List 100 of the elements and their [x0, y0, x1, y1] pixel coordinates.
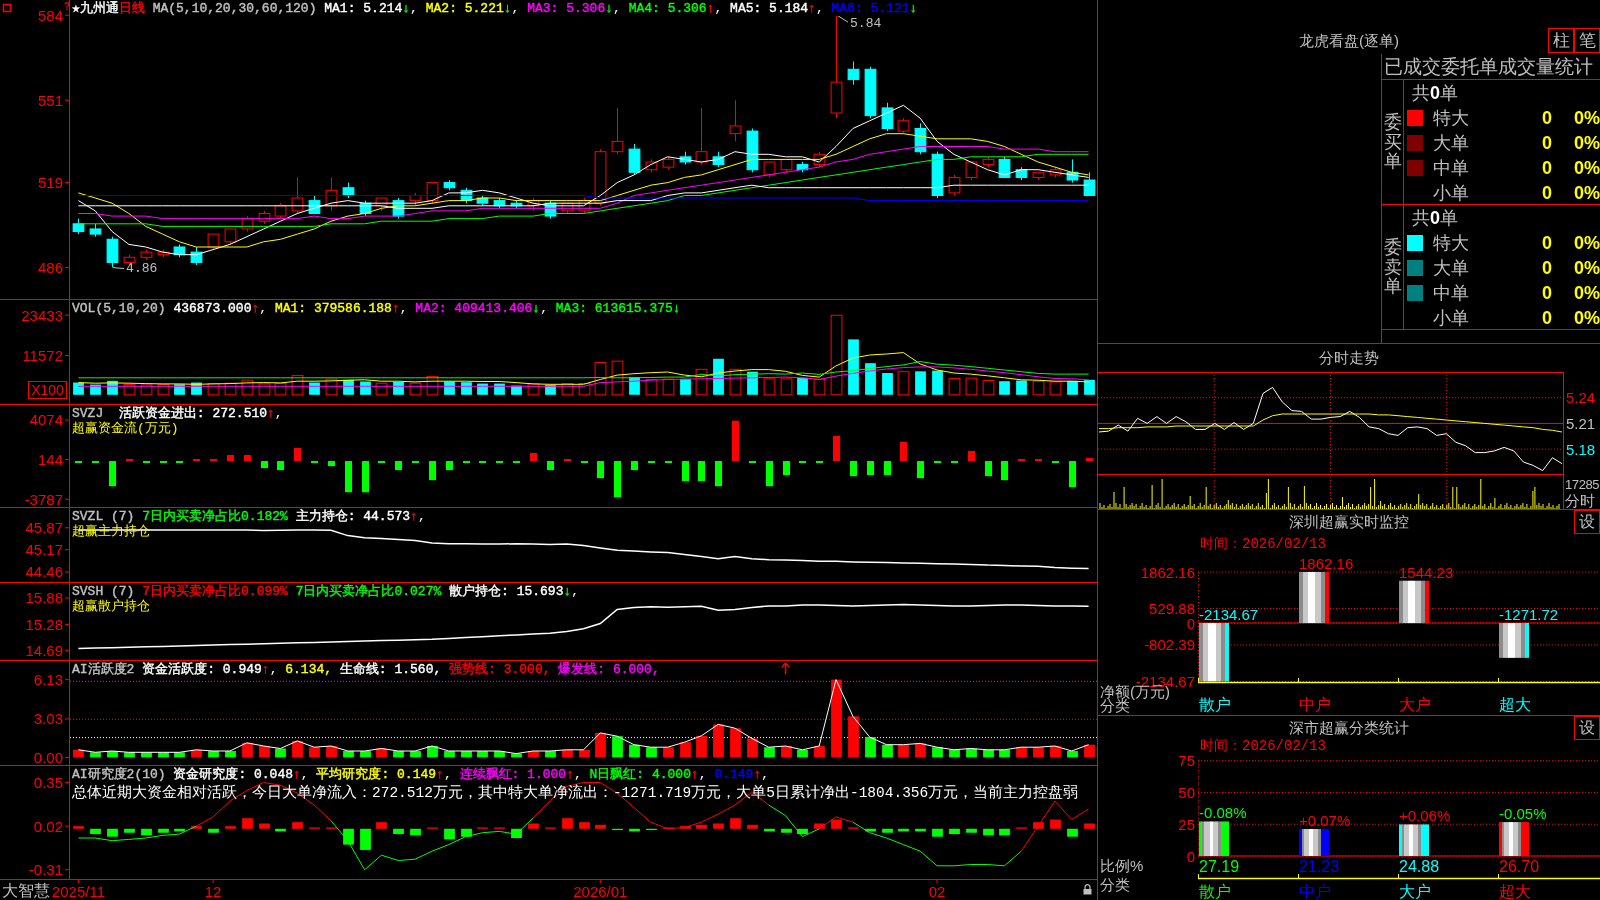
volume-bar [865, 363, 876, 395]
activity-bar [90, 752, 101, 758]
view-toggle-button[interactable]: 笔 [1574, 28, 1600, 53]
volume-bar [915, 371, 926, 395]
help-mark[interactable]: ? [64, 0, 71, 12]
activity-bar [545, 751, 556, 758]
candle [89, 223, 102, 238]
research-bar [713, 823, 724, 829]
volume-bar [191, 382, 202, 395]
settings-button[interactable]: 设 [1574, 716, 1600, 740]
value-label: 24.88 [1399, 857, 1440, 875]
activity-bar [915, 743, 926, 758]
candle [72, 218, 85, 235]
axis-label: -0.31 [28, 861, 63, 879]
activity-bar [461, 751, 472, 758]
candle [931, 151, 944, 199]
activity-bar [242, 742, 253, 758]
axis-label: 45.17 [25, 541, 63, 559]
candle [611, 107, 624, 155]
category-label: 大户 [1399, 882, 1431, 900]
activity-bar [1050, 746, 1061, 758]
research-bar [376, 822, 387, 829]
panel-title: 分时走势 [1319, 349, 1379, 367]
order-share: 0% [1574, 131, 1600, 154]
date-label: 2025/11 [51, 882, 105, 900]
candle [628, 143, 641, 176]
date-label: 2026/01 [573, 882, 628, 900]
research-bar [797, 828, 808, 835]
flow-bar [327, 461, 336, 467]
candle [763, 161, 776, 178]
research-bar [1050, 819, 1061, 829]
activity-bar [158, 752, 169, 758]
flow-bar [613, 461, 622, 498]
flow-bar [394, 461, 403, 471]
flow-bar [428, 461, 437, 481]
flow-bar [647, 461, 656, 464]
flow-bar [495, 461, 504, 464]
volume-bar [1067, 380, 1078, 395]
candle [864, 66, 877, 119]
candle [460, 187, 473, 204]
research-bar [1067, 828, 1078, 837]
order-type-label: 中单 [1433, 156, 1470, 179]
research-bar [915, 828, 926, 832]
candle [359, 200, 372, 217]
change-label: +0.07% [1299, 812, 1351, 829]
candle [258, 210, 271, 225]
research-bar [242, 818, 253, 829]
axis-label: -3787 [24, 490, 63, 507]
candle [426, 182, 439, 204]
activity-bar [494, 751, 505, 758]
annotation: 5.84 [850, 15, 882, 31]
volume-scale-label: 17285 [1565, 476, 1600, 492]
volume-bar [444, 381, 455, 395]
date-label: 02 [928, 882, 946, 900]
view-toggle-button[interactable]: 柱 [1548, 28, 1574, 53]
research-bar [1084, 823, 1095, 829]
research-bar [259, 823, 270, 829]
change-label: +0.06% [1399, 807, 1451, 825]
candle [561, 202, 574, 214]
value-label: 21.23 [1299, 857, 1340, 875]
volume-bar [426, 375, 439, 396]
bar [1399, 824, 1429, 856]
order-type-label: 特大 [1433, 106, 1470, 129]
research-bar [158, 828, 169, 833]
activity-bar [696, 735, 707, 758]
research-bar [781, 828, 792, 833]
settings-button[interactable]: 设 [1574, 510, 1600, 534]
candle [409, 192, 422, 207]
candle [140, 249, 153, 261]
volume-bar [309, 382, 320, 395]
candle [527, 197, 540, 212]
axis-label: -802.39 [1144, 636, 1195, 654]
research-bar [612, 828, 623, 831]
flow-bar [445, 461, 454, 471]
activity-bar [865, 737, 876, 758]
research-bar [444, 828, 455, 840]
category-label: 中户 [1299, 882, 1331, 900]
activity-bar [73, 749, 84, 758]
data-label: 1544.23 [1399, 563, 1454, 581]
axis-label: 25 [1178, 815, 1195, 833]
group-label: 委买单 [1383, 112, 1402, 173]
bar [1499, 822, 1529, 856]
activity-bar [797, 749, 808, 758]
research-bar [511, 828, 522, 839]
candle [173, 243, 186, 258]
flow-bar [563, 459, 572, 462]
indicator-legend: SVZL (7) 7日内买卖净占比0.182% 主力持仓: 44.573↑, [72, 509, 426, 524]
flow-bar [731, 420, 740, 462]
activity-bar [410, 751, 421, 758]
research-bar [73, 826, 84, 829]
bar [1199, 821, 1229, 856]
candle [1032, 171, 1045, 181]
indicator-legend: SVZJ 活跃资金进出: 272.510↑, [72, 406, 283, 421]
volume-bar [291, 374, 304, 396]
time-label: 时间：2026/02/13 [1200, 738, 1326, 754]
research-bar [1033, 822, 1044, 829]
activity-bar [275, 748, 286, 758]
indicator-legend: VOL(5,10,20) 436873.000↑, MA1: 379586.188↑, MA2: 409413.406↓, MA3: 613615.375↓ [72, 301, 681, 316]
activity-bar [360, 751, 371, 758]
volume-bar [780, 378, 793, 396]
